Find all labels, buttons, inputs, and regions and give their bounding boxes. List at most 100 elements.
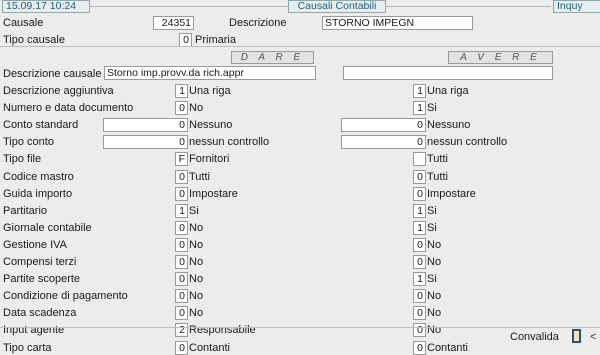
- convalida-icon[interactable]: [572, 329, 581, 343]
- dare-value-text: Fornitori: [189, 153, 230, 165]
- avere-value-field[interactable]: [413, 152, 426, 166]
- dare-value-field[interactable]: 0: [103, 118, 188, 132]
- row-label: Input agente: [3, 324, 65, 336]
- dare-value-text: Una riga: [189, 85, 231, 97]
- descrizione-causale-label: Descrizione causale: [3, 68, 102, 80]
- avere-value-text: Si: [427, 205, 437, 217]
- row-label: Tipo conto: [3, 136, 54, 148]
- row-label: Tipo carta: [3, 342, 52, 354]
- dare-value-text: Tutti: [189, 171, 210, 183]
- avere-value-text: No: [427, 324, 442, 336]
- avere-value-field[interactable]: 0: [413, 187, 426, 201]
- avere-value-text: No: [427, 307, 442, 319]
- dare-value-field[interactable]: F: [175, 152, 188, 166]
- avere-value-text: Nessuno: [427, 119, 471, 131]
- datetime-display: 15.09.17 10:24: [2, 0, 90, 13]
- dare-header: D A R E: [231, 51, 314, 64]
- dare-value-field[interactable]: 2: [175, 323, 188, 337]
- avere-value-text: No: [427, 256, 442, 268]
- avere-value-field[interactable]: 1: [413, 221, 426, 235]
- left-arrow-icon[interactable]: <: [590, 331, 596, 343]
- dare-value-field[interactable]: 0: [175, 306, 188, 320]
- tipo-causale-label: Tipo causale: [3, 34, 65, 46]
- dare-value-field[interactable]: 0: [175, 170, 188, 184]
- avere-value-text: Contanti: [427, 342, 468, 354]
- avere-value-field[interactable]: 0: [413, 341, 426, 355]
- dare-value-text: Responsabile: [189, 324, 256, 336]
- row-label: Compensi terzi: [3, 256, 77, 268]
- dare-value-text: Nessuno: [189, 119, 233, 131]
- tipo-causale-text: Primaria: [195, 34, 236, 46]
- avere-value-field[interactable]: 0: [413, 323, 426, 337]
- dare-value-field[interactable]: 0: [175, 341, 188, 355]
- avere-value-field[interactable]: 0: [413, 306, 426, 320]
- descrizione-causale-dare-field[interactable]: Storno imp.provv.da rich.appr: [104, 66, 316, 80]
- dare-value-text: No: [189, 307, 204, 319]
- avere-value-text: No: [427, 290, 442, 302]
- dare-value-field[interactable]: 0: [175, 255, 188, 269]
- row-label: Condizione di pagamento: [3, 290, 128, 302]
- avere-value-text: Una riga: [427, 85, 469, 97]
- avere-value-field[interactable]: 0: [413, 238, 426, 252]
- title-rule-right: [385, 6, 551, 7]
- convalida-label: Convalida: [510, 331, 559, 343]
- dare-value-field[interactable]: 0: [175, 187, 188, 201]
- avere-value-text: nessun controllo: [427, 136, 508, 148]
- tipo-causale-field[interactable]: 0: [179, 33, 192, 47]
- dare-value-text: nessun controllo: [189, 136, 270, 148]
- footer-separator: [0, 327, 600, 328]
- row-label: Codice mastro: [3, 171, 74, 183]
- dare-value-text: Impostare: [189, 188, 238, 200]
- title-rule-left: [90, 6, 288, 7]
- row-label: Numero e data documento: [3, 102, 134, 114]
- descrizione-causale-avere-field[interactable]: [343, 66, 553, 80]
- dare-value-text: No: [189, 290, 204, 302]
- row-label: Giornale contabile: [3, 222, 92, 234]
- avere-value-field[interactable]: 1: [413, 272, 426, 286]
- avere-value-text: Impostare: [427, 188, 476, 200]
- avere-value-text: No: [427, 239, 442, 251]
- dare-value-field[interactable]: 0: [175, 221, 188, 235]
- section-separator: [0, 46, 600, 47]
- row-label: Conto standard: [3, 119, 79, 131]
- dare-value-field[interactable]: 0: [175, 289, 188, 303]
- dare-value-field[interactable]: 1: [175, 84, 188, 98]
- row-label: Partite scoperte: [3, 273, 81, 285]
- dare-value-text: No: [189, 102, 204, 114]
- row-label: Data scadenza: [3, 307, 77, 319]
- window-title: Causali Contabili: [288, 0, 386, 13]
- dare-value-text: No: [189, 256, 204, 268]
- row-label: Descrizione aggiuntiva: [3, 85, 114, 97]
- dare-value-text: No: [189, 239, 204, 251]
- avere-value-text: Si: [427, 273, 437, 285]
- dare-value-text: No: [189, 222, 204, 234]
- avere-value-text: Tutti: [427, 171, 448, 183]
- avere-value-text: Si: [427, 222, 437, 234]
- avere-value-text: Tutti: [427, 153, 448, 165]
- dare-value-text: No: [189, 273, 204, 285]
- row-label: Gestione IVA: [3, 239, 67, 251]
- row-label: Partitario: [3, 205, 48, 217]
- descrizione-field[interactable]: STORNO IMPEGN PROV.APPR.: [322, 16, 473, 30]
- avere-value-field[interactable]: 1: [413, 204, 426, 218]
- avere-value-field[interactable]: 0: [413, 170, 426, 184]
- descrizione-label: Descrizione: [229, 17, 287, 29]
- avere-value-field[interactable]: 0: [341, 135, 426, 149]
- dare-value-field[interactable]: 0: [175, 272, 188, 286]
- row-label: Tipo file: [3, 153, 42, 165]
- avere-value-field[interactable]: 1: [413, 101, 426, 115]
- dare-value-text: Si: [189, 205, 199, 217]
- row-label: Guida importo: [3, 188, 73, 200]
- causale-field[interactable]: 24351: [153, 16, 194, 30]
- avere-value-field[interactable]: 0: [341, 118, 426, 132]
- dare-value-field[interactable]: 0: [175, 101, 188, 115]
- avere-value-field[interactable]: 0: [413, 255, 426, 269]
- avere-value-field[interactable]: 0: [413, 289, 426, 303]
- dare-value-field[interactable]: 0: [175, 238, 188, 252]
- causale-label: Causale: [3, 17, 44, 29]
- avere-value-field[interactable]: 1: [413, 84, 426, 98]
- dare-value-text: Contanti: [189, 342, 230, 354]
- dare-value-field[interactable]: 1: [175, 204, 188, 218]
- dare-value-field[interactable]: 0: [103, 135, 188, 149]
- avere-header: A V E R E: [448, 51, 553, 64]
